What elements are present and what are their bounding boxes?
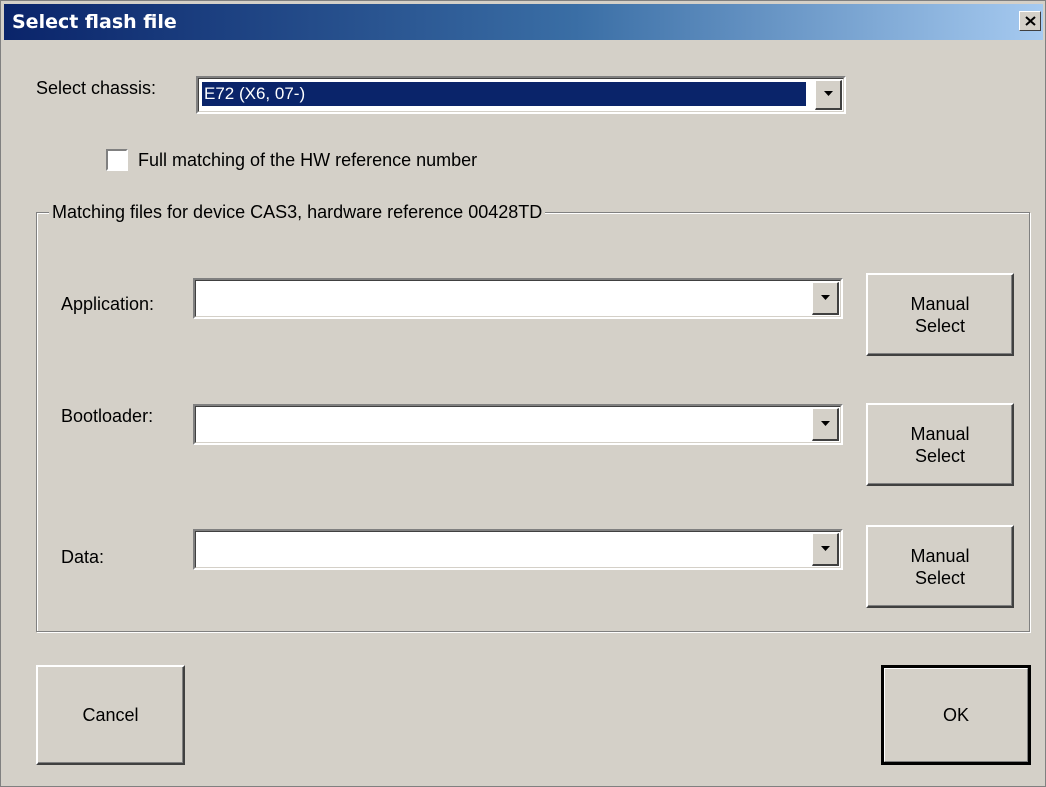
full-matching-label[interactable]: Full matching of the HW reference number [138, 150, 477, 171]
close-icon [1025, 16, 1036, 26]
data-label: Data: [61, 547, 105, 567]
application-label: Application: [61, 294, 155, 314]
chevron-down-icon [824, 91, 833, 96]
cancel-button[interactable]: Cancel [36, 665, 185, 765]
window-title: Select flash file [12, 11, 177, 33]
chassis-label: Select chassis: [36, 78, 157, 98]
data-manual-select-button[interactable]: Manual Select [866, 525, 1014, 608]
bootloader-dropdown-button[interactable] [812, 408, 839, 441]
application-combobox[interactable] [193, 278, 843, 319]
chassis-combobox[interactable]: E72 (X6, 07-) [196, 76, 846, 114]
bootloader-label: Bootloader: [61, 406, 154, 426]
title-bar[interactable]: Select flash file [4, 4, 1043, 40]
chevron-down-icon [821, 295, 830, 300]
chevron-down-icon [821, 421, 830, 426]
data-combobox[interactable] [193, 529, 843, 570]
chevron-down-icon [821, 546, 830, 551]
ok-button[interactable]: OK [881, 665, 1031, 765]
dialog-window: Select flash file Select chassis: E72 (X… [0, 0, 1046, 787]
chassis-dropdown-button[interactable] [815, 80, 842, 110]
full-matching-checkbox[interactable] [106, 149, 128, 171]
application-dropdown-button[interactable] [812, 282, 839, 315]
bootloader-combobox[interactable] [193, 404, 843, 445]
bootloader-manual-select-button[interactable]: Manual Select [866, 403, 1014, 486]
group-legend: Matching files for device CAS3, hardware… [49, 202, 546, 223]
application-manual-select-button[interactable]: Manual Select [866, 273, 1014, 356]
chassis-selected-value: E72 (X6, 07-) [202, 82, 806, 106]
close-button[interactable] [1019, 11, 1041, 31]
data-dropdown-button[interactable] [812, 533, 839, 566]
